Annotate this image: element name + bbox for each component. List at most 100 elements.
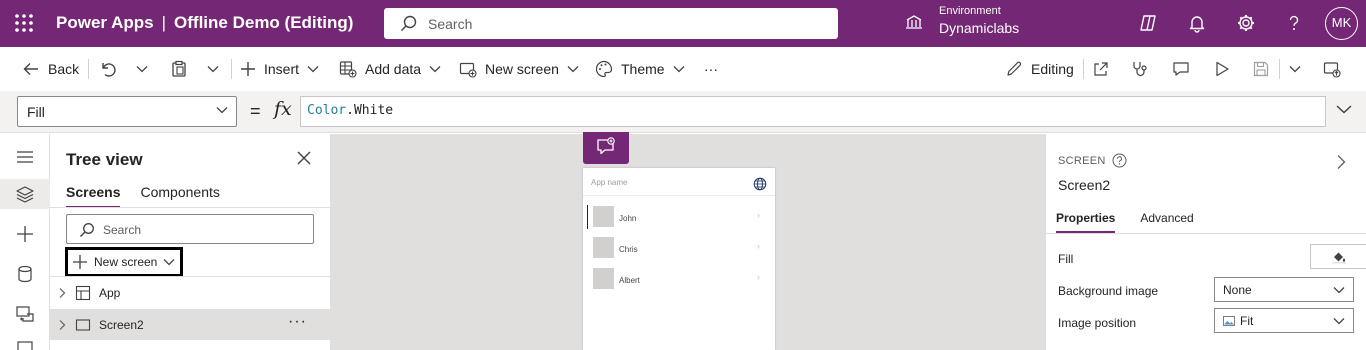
tree-search-input[interactable]: Search	[66, 214, 314, 244]
chevron-down-icon	[1333, 287, 1345, 294]
save-dropdown[interactable]	[1289, 47, 1301, 91]
new-screen-icon	[459, 62, 477, 78]
copilot-icon[interactable]	[1138, 13, 1158, 33]
save-button[interactable]	[1252, 47, 1270, 91]
property-selector-value: Fill	[27, 104, 45, 120]
share-icon	[1094, 62, 1108, 76]
preview-button[interactable]	[1213, 47, 1231, 91]
stethoscope-icon	[1133, 62, 1147, 77]
product-name: Power Apps	[56, 13, 154, 32]
app-checker-button[interactable]	[1131, 47, 1149, 91]
search-icon	[400, 15, 417, 32]
search-icon	[80, 223, 94, 237]
formula-bar: Fill = fx Color.White	[0, 91, 1366, 133]
add-data-label: Add data	[365, 61, 422, 77]
tree-item-screen2[interactable]: Screen2 ···	[50, 309, 330, 340]
theme-button[interactable]: Theme	[595, 47, 685, 91]
comments-button[interactable]	[1172, 47, 1190, 91]
fill-color-picker[interactable]	[1310, 244, 1366, 269]
chevron-right-icon[interactable]	[57, 319, 67, 331]
undo-icon	[102, 63, 116, 77]
editing-label: Editing	[1031, 61, 1074, 77]
tree-search-placeholder: Search	[103, 223, 142, 237]
user-avatar[interactable]: MK	[1325, 7, 1358, 40]
hamburger-icon[interactable]	[15, 147, 35, 167]
list-item-name: John	[619, 214, 637, 223]
app-screen-preview[interactable]: App name John › Chris › Albert ›	[583, 168, 775, 350]
chevron-down-icon	[216, 107, 228, 114]
chevron-right-icon[interactable]	[57, 287, 67, 299]
property-selector[interactable]: Fill	[17, 96, 237, 127]
global-search-input[interactable]: Search	[384, 8, 838, 39]
insert-label: Insert	[264, 61, 300, 77]
toolbar-divider	[1279, 59, 1280, 79]
paint-bucket-icon	[1332, 252, 1346, 264]
publish-button[interactable]	[1323, 47, 1341, 91]
tree-view-panel: Tree view Screens Components Search New …	[50, 134, 330, 350]
more-commands-button[interactable]: ···	[704, 47, 718, 91]
list-item[interactable]: John ›	[583, 201, 775, 232]
list-item[interactable]: Albert ›	[583, 263, 775, 294]
top-bar: Power Apps | Offline Demo (Editing) Search…	[0, 0, 1366, 47]
fx-icon[interactable]: fx	[274, 98, 292, 120]
insert-plus-icon[interactable]	[15, 224, 35, 244]
palette-icon	[595, 60, 613, 78]
tree-item-app[interactable]: App	[50, 277, 330, 308]
toolbar-divider	[231, 59, 232, 79]
gear-icon[interactable]	[1236, 13, 1256, 33]
chevron-down-icon	[163, 259, 175, 266]
advanced-tools-icon[interactable]	[15, 340, 35, 350]
share-button[interactable]	[1092, 47, 1110, 91]
tab-advanced[interactable]: Advanced	[1140, 211, 1193, 233]
formula-member: .White	[346, 103, 394, 118]
help-icon[interactable]	[1284, 13, 1304, 33]
add-comment-button[interactable]	[583, 132, 629, 164]
tab-components[interactable]: Components	[140, 184, 219, 208]
list-item[interactable]: Chris ›	[583, 232, 775, 263]
title-separator: |	[161, 13, 167, 32]
formula-input[interactable]: Color.White	[300, 96, 1326, 127]
chevron-right-icon[interactable]	[1336, 154, 1346, 170]
globe-icon	[753, 177, 767, 191]
arrow-left-icon	[23, 63, 38, 75]
image-position-select[interactable]: Fit	[1214, 308, 1354, 333]
background-image-select[interactable]: None	[1214, 277, 1354, 302]
undo-button[interactable]	[99, 47, 117, 91]
more-options-icon[interactable]: ···	[288, 313, 307, 331]
app-name: Offline Demo (Editing)	[174, 13, 354, 32]
tab-properties[interactable]: Properties	[1056, 211, 1116, 233]
tab-screens[interactable]: Screens	[66, 184, 121, 208]
chevron-right-icon: ›	[757, 272, 760, 282]
expand-formula-icon[interactable]	[1336, 104, 1352, 114]
insert-button[interactable]: Insert	[240, 47, 319, 91]
new-screen-tree-button[interactable]: New screen	[65, 247, 183, 277]
new-screen-label: New screen	[485, 61, 559, 77]
plus-icon	[73, 255, 87, 269]
back-button[interactable]: Back	[22, 47, 79, 91]
background-image-value: None	[1223, 283, 1252, 297]
environment-label: Environment	[939, 5, 1001, 17]
selection-bar	[587, 205, 588, 229]
editing-button[interactable]: Editing	[1005, 47, 1074, 91]
add-data-button[interactable]: Add data	[339, 47, 441, 91]
plus-icon	[241, 62, 255, 76]
design-canvas[interactable]: App name John › Chris › Albert ›	[330, 132, 1045, 350]
tree-view-title: Tree view	[66, 150, 143, 169]
new-screen-button[interactable]: New screen	[459, 47, 579, 91]
media-icon[interactable]	[15, 304, 35, 324]
close-icon[interactable]	[297, 151, 311, 165]
paste-button[interactable]	[170, 47, 188, 91]
help-circle-icon[interactable]	[1112, 153, 1127, 168]
bell-icon[interactable]	[1187, 13, 1207, 33]
pencil-icon	[1007, 61, 1022, 76]
undo-dropdown[interactable]	[136, 47, 148, 91]
search-placeholder: Search	[428, 16, 473, 32]
tree-item-label: App	[99, 285, 121, 300]
paste-dropdown[interactable]	[207, 47, 219, 91]
theme-label: Theme	[621, 61, 665, 77]
chevron-right-icon: ›	[757, 241, 760, 251]
waffle-icon[interactable]	[14, 13, 34, 33]
data-icon[interactable]	[15, 264, 35, 284]
chevron-down-icon	[307, 66, 319, 73]
layers-icon[interactable]	[15, 184, 35, 204]
